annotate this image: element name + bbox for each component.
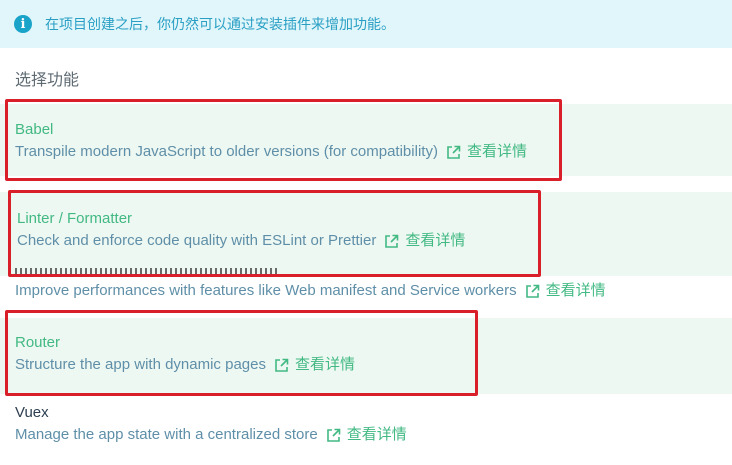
feature-description-row: Structure the app with dynamic pages 查看详… bbox=[15, 356, 732, 374]
feature-linter-formatter[interactable]: Linter / Formatter Check and enforce cod… bbox=[0, 192, 732, 276]
external-link-icon[interactable] bbox=[274, 358, 289, 373]
section-title: 选择功能 bbox=[15, 72, 80, 89]
external-link-icon[interactable] bbox=[384, 234, 399, 249]
info-banner-text: 在项目创建之后，你仍然可以通过安装插件来增加功能。 bbox=[45, 16, 395, 32]
obscured-feature-name bbox=[15, 268, 280, 274]
feature-description-row: Check and enforce code quality with ESLi… bbox=[17, 232, 732, 250]
feature-pwa[interactable]: Improve performances with features like … bbox=[0, 282, 732, 308]
feature-vuex[interactable]: Vuex Manage the app state with a central… bbox=[0, 394, 732, 465]
external-link-icon[interactable] bbox=[446, 145, 461, 160]
external-link-icon[interactable] bbox=[326, 428, 341, 443]
feature-description-row: Improve performances with features like … bbox=[15, 282, 732, 300]
view-details-link[interactable]: 查看详情 bbox=[467, 143, 527, 161]
info-icon: i bbox=[14, 15, 32, 33]
feature-description-row: Manage the app state with a centralized … bbox=[15, 426, 732, 444]
feature-description: Check and enforce code quality with ESLi… bbox=[17, 232, 377, 249]
view-details-link[interactable]: 查看详情 bbox=[546, 282, 606, 300]
vue-ui-feature-selection: i 在项目创建之后，你仍然可以通过安装插件来增加功能。 选择功能 Babel T… bbox=[0, 0, 732, 465]
feature-name: Linter / Formatter bbox=[17, 210, 133, 227]
view-details-link[interactable]: 查看详情 bbox=[295, 356, 355, 374]
feature-description: Structure the app with dynamic pages bbox=[15, 356, 266, 373]
feature-description-row: Transpile modern JavaScript to older ver… bbox=[15, 143, 732, 161]
feature-description: Manage the app state with a centralized … bbox=[15, 426, 318, 443]
view-details-link[interactable]: 查看详情 bbox=[347, 426, 407, 444]
external-link-icon[interactable] bbox=[525, 284, 540, 299]
feature-description: Transpile modern JavaScript to older ver… bbox=[15, 143, 438, 160]
feature-name: Babel bbox=[15, 121, 54, 138]
feature-router[interactable]: Router Structure the app with dynamic pa… bbox=[0, 318, 732, 394]
view-details-link[interactable]: 查看详情 bbox=[405, 232, 465, 250]
feature-description: Improve performances with features like … bbox=[15, 282, 517, 299]
feature-name: Router bbox=[15, 334, 61, 351]
info-banner: i 在项目创建之后，你仍然可以通过安装插件来增加功能。 bbox=[0, 0, 732, 48]
feature-name: Vuex bbox=[15, 404, 49, 421]
feature-babel[interactable]: Babel Transpile modern JavaScript to old… bbox=[0, 104, 732, 176]
